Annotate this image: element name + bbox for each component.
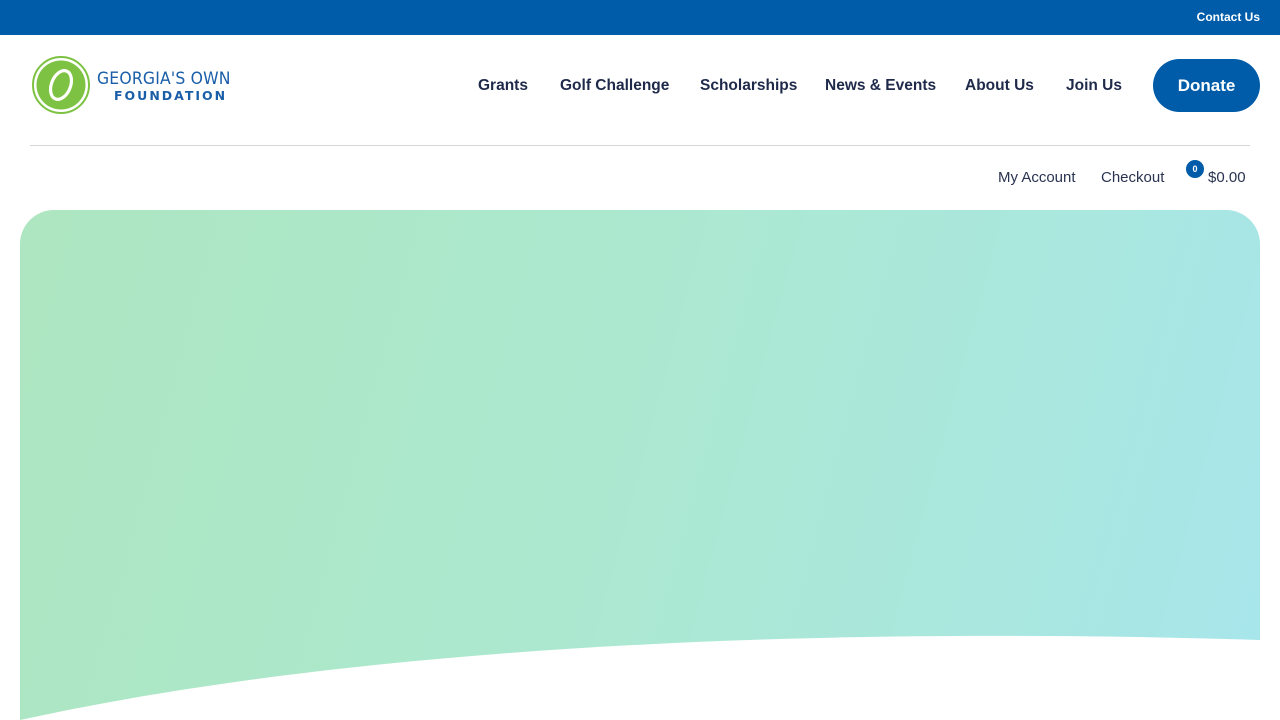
hero-banner [20, 210, 1260, 720]
top-utility-bar: Contact Us [0, 0, 1280, 35]
nav-item-scholarships[interactable]: Scholarships [700, 77, 797, 95]
contact-us-link[interactable]: Contact Us [1197, 10, 1260, 24]
my-account-link[interactable]: My Account [998, 169, 1076, 186]
nav-item-golf-challenge[interactable]: Golf Challenge [560, 77, 669, 95]
donate-button[interactable]: Donate [1153, 59, 1260, 112]
nav-item-grants[interactable]: Grants [478, 77, 528, 95]
main-navigation: Grants Golf Challenge Scholarships News … [0, 77, 1280, 97]
header-divider [30, 145, 1250, 146]
cart-count-badge: 0 [1186, 160, 1204, 178]
nav-item-news-events[interactable]: News & Events [825, 77, 936, 95]
nav-item-join-us[interactable]: Join Us [1066, 77, 1122, 95]
checkout-link[interactable]: Checkout [1101, 169, 1164, 186]
hero-wave-shape [20, 635, 1260, 720]
cart-total[interactable]: $0.00 [1208, 169, 1246, 186]
nav-item-about-us[interactable]: About Us [965, 77, 1034, 95]
